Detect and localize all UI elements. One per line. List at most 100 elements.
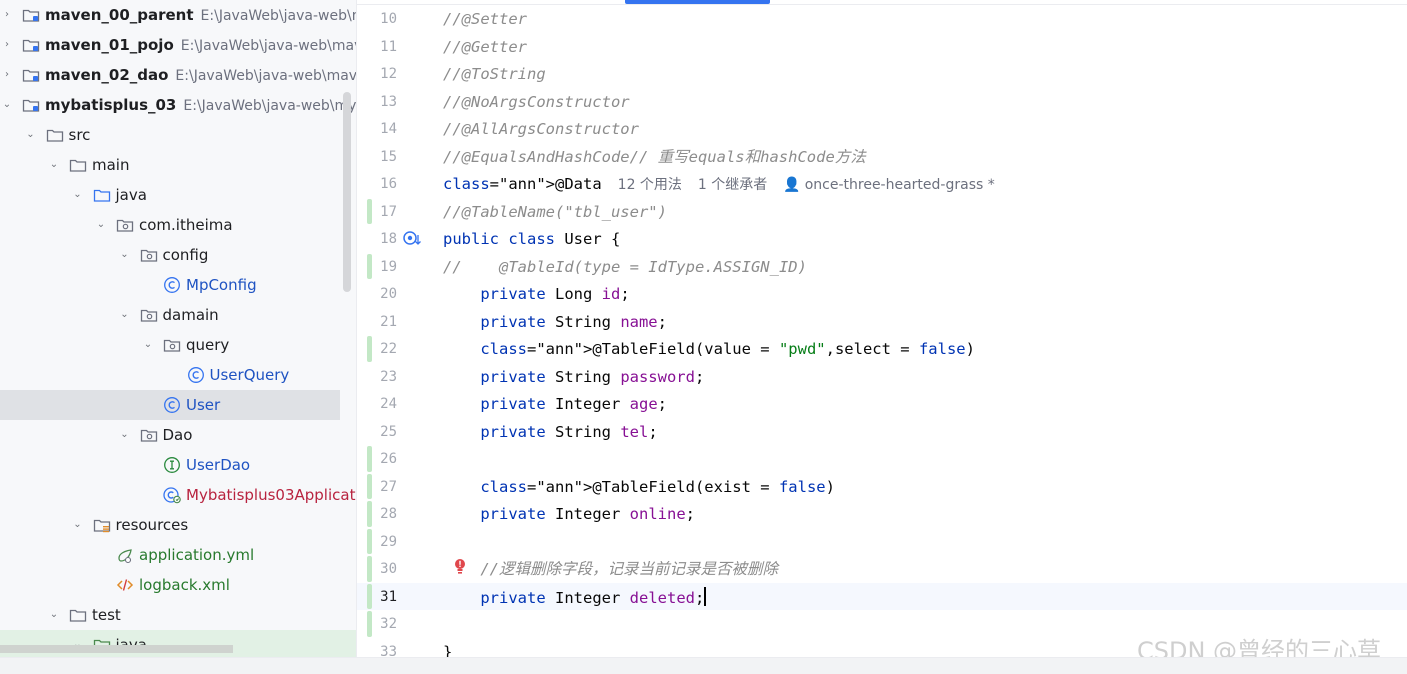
chevron-right-icon[interactable]: ›	[0, 7, 14, 23]
code-text[interactable]: //@EqualsAndHashCode// 重写equals和hashCode…	[443, 147, 866, 167]
line-number[interactable]: 31	[357, 588, 397, 606]
chevron-down-icon[interactable]: ⌄	[71, 517, 85, 533]
vcs-change-marker[interactable]	[367, 253, 372, 279]
tree-item[interactable]: › maven_01_pojo E:\JavaWeb\java-web\maven_…	[0, 30, 356, 60]
tree-item[interactable]: ⌄ src	[0, 120, 356, 150]
line-number[interactable]: 23	[357, 368, 397, 386]
tree-item[interactable]: › maven_02_dao E:\JavaWeb\java-web\maven_0…	[0, 60, 356, 90]
tree-scrollbar[interactable]	[343, 92, 351, 292]
line-number[interactable]: 29	[357, 533, 397, 551]
line-number[interactable]: 28	[357, 505, 397, 523]
line-number[interactable]: 16	[357, 175, 397, 193]
code-line[interactable]: 12 //@ToString	[357, 60, 1407, 88]
inlay-hints[interactable]: 12 个用法 1 个继承者 👤 once-three-hearted-grass *	[602, 177, 995, 193]
line-number[interactable]: 26	[357, 450, 397, 468]
chevron-down-icon[interactable]: ⌄	[71, 187, 85, 203]
code-line[interactable]: 11 //@Getter	[357, 33, 1407, 61]
code-editor[interactable]: 10 //@Setter 11 //@Getter 12 //@ToString 13 //@…	[356, 0, 1407, 657]
tree-item[interactable]: ⌄ java	[0, 180, 356, 210]
code-line[interactable]: 28 private Integer online;	[357, 500, 1407, 528]
tree-item[interactable]: UserQuery	[0, 360, 356, 390]
code-text[interactable]: private Integer age;	[443, 394, 667, 414]
chevron-down-icon[interactable]: ⌄	[24, 127, 38, 143]
chevron-down-icon[interactable]: ⌄	[118, 247, 132, 263]
code-line[interactable]: 21 private String name;	[357, 308, 1407, 336]
line-number[interactable]: 21	[357, 313, 397, 331]
tree-item[interactable]: ⌄ Dao	[0, 420, 356, 450]
vcs-change-marker[interactable]	[367, 473, 372, 499]
code-line[interactable]: 18 public class User {	[357, 225, 1407, 253]
tree-item[interactable]: ⌄ damain	[0, 300, 356, 330]
chevron-down-icon[interactable]: ⌄	[94, 217, 108, 233]
chevron-right-icon[interactable]: ›	[0, 37, 14, 53]
line-number[interactable]: 22	[357, 340, 397, 358]
line-number[interactable]: 33	[357, 643, 397, 658]
tree-item[interactable]: ⌄ mybatisplus_03 E:\JavaWeb\java-web\mybat…	[0, 90, 356, 120]
chevron-down-icon[interactable]: ⌄	[118, 307, 132, 323]
tree-item[interactable]: logback.xml	[0, 570, 356, 600]
tree-item[interactable]: Mybatisplus03Application	[0, 480, 356, 510]
code-line[interactable]: 25 private String tel;	[357, 418, 1407, 446]
code-text[interactable]: private String password;	[443, 367, 704, 387]
author-hint[interactable]: once-three-hearted-grass *	[805, 177, 995, 193]
chevron-down-icon[interactable]: ⌄	[47, 157, 61, 173]
vcs-change-marker[interactable]	[367, 336, 372, 362]
inheritors-hint[interactable]: 1 个继承者	[698, 177, 767, 193]
line-number[interactable]: 15	[357, 148, 397, 166]
vcs-change-marker[interactable]	[367, 583, 372, 609]
tree-item[interactable]: MpConfig	[0, 270, 356, 300]
line-number[interactable]: 11	[357, 38, 397, 56]
code-text[interactable]: private Integer online;	[443, 504, 695, 524]
code-text[interactable]: private String tel;	[443, 422, 657, 442]
code-text[interactable]: private String name;	[443, 312, 667, 332]
tree-horizontal-scrollbar[interactable]	[0, 645, 233, 653]
code-line[interactable]: 23 private String password;	[357, 363, 1407, 391]
intention-bulb-icon[interactable]	[452, 558, 468, 578]
code-line[interactable]: 19 // @TableId(type = IdType.ASSIGN_ID)	[357, 253, 1407, 281]
code-line[interactable]: 14 //@AllArgsConstructor	[357, 115, 1407, 143]
code-line[interactable]: 13 //@NoArgsConstructor	[357, 88, 1407, 116]
code-text[interactable]: // @TableId(type = IdType.ASSIGN_ID)	[443, 257, 807, 277]
line-number[interactable]: 14	[357, 120, 397, 138]
code-text[interactable]: private Long id;	[443, 284, 629, 304]
tree-item[interactable]: ⌄ test	[0, 600, 356, 630]
code-text[interactable]: class="ann">@TableField(value = "pwd",se…	[443, 339, 975, 359]
chevron-down-icon[interactable]: ⌄	[118, 427, 132, 443]
tree-item[interactable]: UserDao	[0, 450, 356, 480]
code-text[interactable]: private Integer deleted;	[443, 586, 707, 608]
chevron-down-icon[interactable]: ⌄	[47, 607, 61, 623]
code-text[interactable]: //@Setter	[443, 9, 527, 29]
vcs-change-marker[interactable]	[367, 556, 372, 582]
code-text[interactable]: public class User {	[443, 229, 620, 249]
project-tree[interactable]: › maven_00_parent E:\JavaWeb\java-web\mave…	[0, 0, 356, 657]
line-number[interactable]: 18	[357, 230, 397, 248]
code-line[interactable]: 17 //@TableName("tbl_user")	[357, 198, 1407, 226]
tree-item[interactable]: ⌄ com.itheima	[0, 210, 356, 240]
tree-item[interactable]: › maven_00_parent E:\JavaWeb\java-web\mave…	[0, 0, 356, 30]
tree-item[interactable]: ⌄ query	[0, 330, 356, 360]
line-number[interactable]: 13	[357, 93, 397, 111]
code-line[interactable]: 31 private Integer deleted;	[357, 582, 1407, 610]
code-line[interactable]: 27 class="ann">@TableField(exist = false…	[357, 473, 1407, 501]
line-number[interactable]: 19	[357, 258, 397, 276]
code-text[interactable]: //@NoArgsConstructor	[443, 92, 630, 112]
code-text[interactable]: class="ann">@Data 12 个用法 1 个继承者 👤 once-three…	[443, 174, 995, 195]
code-line[interactable]: 20 private Long id;	[357, 280, 1407, 308]
vcs-change-marker[interactable]	[367, 446, 372, 472]
code-text[interactable]: }	[443, 642, 452, 658]
code-line[interactable]: 29	[357, 528, 1407, 556]
code-text[interactable]: //逻辑删除字段，记录当前记录是否被删除	[443, 559, 778, 579]
vcs-change-marker[interactable]	[367, 611, 372, 637]
code-line[interactable]: 22 class="ann">@TableField(value = "pwd"…	[357, 335, 1407, 363]
chevron-right-icon[interactable]: ›	[0, 67, 14, 83]
line-number[interactable]: 20	[357, 285, 397, 303]
line-number[interactable]: 17	[357, 203, 397, 221]
line-number[interactable]: 30	[357, 560, 397, 578]
line-number[interactable]: 10	[357, 10, 397, 28]
code-text[interactable]: //@ToString	[443, 64, 546, 84]
tree-item[interactable]: ⌄ resources	[0, 510, 356, 540]
tree-item[interactable]: ⌄ main	[0, 150, 356, 180]
code-text[interactable]: class="ann">@TableField(exist = false)	[443, 477, 835, 497]
implemented-overrides-gutter-icon[interactable]	[402, 229, 424, 249]
chevron-down-icon[interactable]: ⌄	[0, 97, 14, 113]
